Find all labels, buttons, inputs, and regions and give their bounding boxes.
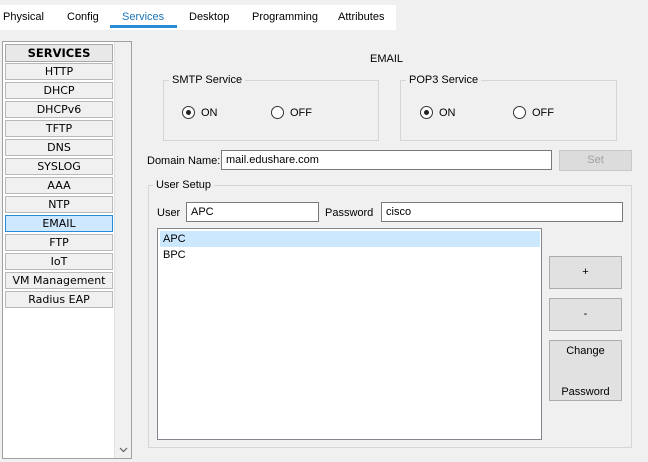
smtp-service-group: SMTP Service ON OFF xyxy=(163,74,379,141)
smtp-on-radio[interactable]: ON xyxy=(182,106,218,119)
service-syslog[interactable]: SYSLOG xyxy=(5,158,113,175)
smtp-service-legend: SMTP Service xyxy=(169,74,246,86)
list-item[interactable]: BPC xyxy=(160,247,540,263)
service-vm-management[interactable]: VM Management xyxy=(5,272,113,289)
add-user-button[interactable]: + xyxy=(549,256,622,289)
services-scrollbar[interactable] xyxy=(114,42,131,458)
tab-programming[interactable]: Programming xyxy=(252,11,318,23)
service-aaa[interactable]: AAA xyxy=(5,177,113,194)
password-input[interactable] xyxy=(381,202,623,222)
user-input[interactable] xyxy=(186,202,319,222)
tab-services[interactable]: Services xyxy=(122,11,164,23)
tab-config[interactable]: Config xyxy=(67,11,99,23)
smtp-on-label: ON xyxy=(201,106,218,119)
pop3-service-group: POP3 Service ON OFF xyxy=(400,74,617,141)
list-item[interactable]: APC xyxy=(160,231,540,247)
radio-selected-icon xyxy=(182,106,195,119)
service-radius-eap[interactable]: Radius EAP xyxy=(5,291,113,308)
tab-bar: Physical Config Services Desktop Program… xyxy=(0,0,648,30)
radio-selected-icon xyxy=(420,106,433,119)
set-button[interactable]: Set xyxy=(559,150,632,171)
pop3-on-radio[interactable]: ON xyxy=(420,106,456,119)
tab-physical[interactable]: Physical xyxy=(3,11,44,23)
domain-name-input[interactable] xyxy=(221,150,552,170)
pop3-off-radio[interactable]: OFF xyxy=(513,106,554,119)
user-label: User xyxy=(157,207,181,219)
chevron-down-icon[interactable] xyxy=(119,445,128,454)
tab-desktop[interactable]: Desktop xyxy=(189,11,229,23)
active-tab-indicator xyxy=(110,25,177,28)
user-setup-legend: User Setup xyxy=(153,179,215,191)
radio-unselected-icon xyxy=(513,106,526,119)
service-tftp[interactable]: TFTP xyxy=(5,120,113,137)
radio-unselected-icon xyxy=(271,106,284,119)
domain-name-label: Domain Name: xyxy=(147,155,221,167)
services-header: SERVICES xyxy=(5,44,113,62)
service-dhcpv6[interactable]: DHCPv6 xyxy=(5,101,113,118)
change-password-line-1: Change xyxy=(566,345,605,357)
tab-attributes[interactable]: Attributes xyxy=(338,11,384,23)
pop3-off-label: OFF xyxy=(532,106,554,119)
remove-user-button[interactable]: - xyxy=(549,298,622,331)
services-sidebar: SERVICES HTTP DHCP DHCPv6 TFTP DNS SYSLO… xyxy=(2,41,132,459)
pop3-on-label: ON xyxy=(439,106,456,119)
service-ftp[interactable]: FTP xyxy=(5,234,113,251)
service-dns[interactable]: DNS xyxy=(5,139,113,156)
user-list[interactable]: APC BPC xyxy=(157,228,542,440)
password-label: Password xyxy=(325,207,374,219)
service-iot[interactable]: IoT xyxy=(5,253,113,270)
change-password-line-2: Password xyxy=(561,386,610,398)
service-email[interactable]: EMAIL xyxy=(5,215,113,232)
service-ntp[interactable]: NTP xyxy=(5,196,113,213)
smtp-off-radio[interactable]: OFF xyxy=(271,106,312,119)
pop3-service-legend: POP3 Service xyxy=(406,74,482,86)
smtp-off-label: OFF xyxy=(290,106,312,119)
service-dhcp[interactable]: DHCP xyxy=(5,82,113,99)
service-http[interactable]: HTTP xyxy=(5,63,113,80)
page-title: EMAIL xyxy=(370,53,404,65)
change-password-button[interactable]: Change Password xyxy=(549,340,622,401)
